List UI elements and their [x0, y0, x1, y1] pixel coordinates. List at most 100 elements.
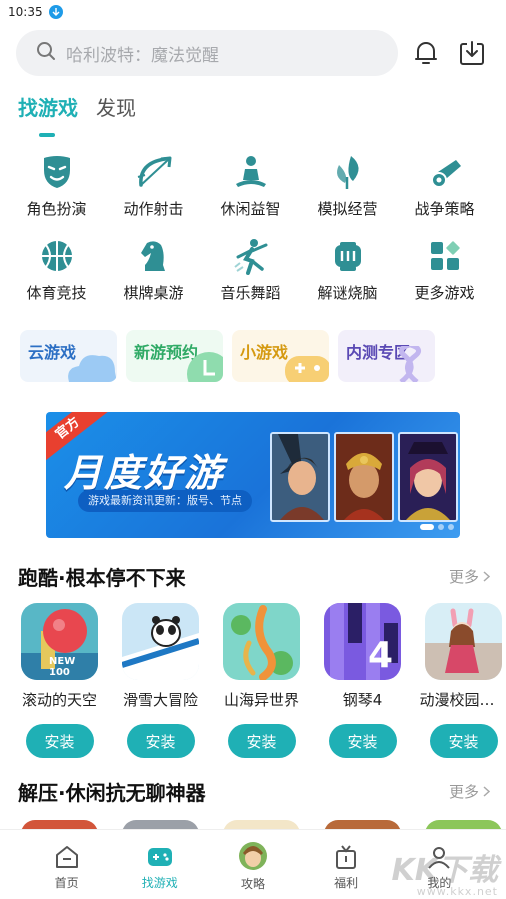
leaf-icon — [328, 152, 368, 192]
game-icon — [122, 603, 199, 680]
category-board-cards[interactable]: 棋牌桌游 — [105, 236, 202, 306]
game-card[interactable]: 滑雪大冒险 安装 — [122, 603, 199, 758]
character-portrait — [334, 432, 394, 522]
tab-indicator — [39, 133, 55, 137]
more-label: 更多 — [448, 783, 479, 801]
category-label: 更多游戏 — [414, 284, 475, 302]
status-time: 10:35 — [8, 5, 43, 19]
banner-headline: 月度好游 — [64, 451, 225, 495]
character-portrait — [398, 432, 458, 522]
tab-find-games[interactable]: 找游戏 — [18, 92, 78, 121]
category-war-strategy[interactable]: 战争策略 — [396, 152, 493, 222]
category-casual-puzzle[interactable]: 休闲益智 — [202, 152, 299, 222]
category-action-shooter[interactable]: 动作射击 — [105, 152, 202, 222]
category-label: 角色扮演 — [26, 200, 87, 218]
banner-portraits — [266, 432, 458, 522]
game-name: 动漫校园模拟器 — [419, 691, 506, 709]
nav-home[interactable]: 首页 — [31, 830, 103, 899]
download-icon[interactable] — [456, 37, 488, 69]
nav-guides[interactable]: 攻略 — [217, 830, 289, 899]
game-card[interactable]: NEW 100 滚动的天空 安装 — [21, 603, 98, 758]
new-game-reserve-card[interactable]: 新游预约 — [126, 330, 223, 382]
install-button[interactable]: 安装 — [227, 724, 296, 758]
section-parkour-games: NEW 100 滚动的天空 安装 滑雪大冒险 安装 山海异世界 安装 4 钢琴4… — [21, 603, 506, 758]
game-card[interactable]: 动漫校园模拟器 安装 — [420, 603, 506, 758]
grid-icon — [425, 236, 465, 276]
status-bar: 10:35 — [0, 0, 506, 24]
game-icon — [223, 603, 300, 680]
game-card[interactable]: 山海异世界 安装 — [223, 603, 300, 758]
category-simulation[interactable]: 模拟经营 — [299, 152, 396, 222]
nav-label: 首页 — [54, 876, 79, 890]
game-icon: NEW 100 — [21, 603, 98, 680]
category-label: 模拟经营 — [317, 200, 378, 218]
gamepad-icon — [147, 848, 172, 866]
game-badge: NEW 100 — [49, 656, 76, 678]
meditation-icon — [231, 152, 271, 192]
banner-subtitle: 游戏最新资讯更新：版号、节点 — [78, 490, 252, 512]
game-card[interactable]: 4 钢琴4 安装 — [324, 603, 401, 758]
section-more-link[interactable]: 更多 — [449, 781, 490, 802]
promo-banner[interactable]: 官方 月度好游 游戏最新资讯更新：版号、节点 — [46, 412, 460, 538]
section-parkour-header: 跑酷·根本停不下来 更多 — [18, 562, 490, 591]
category-label: 战争策略 — [414, 200, 475, 218]
category-grid: 角色扮演 动作射击 休闲益智 模拟经营 战争策略 体育竞技 棋牌桌游 音乐舞蹈 … — [0, 152, 506, 306]
game-icon — [425, 603, 502, 680]
install-button[interactable]: 安装 — [126, 724, 195, 758]
section-more-link[interactable]: 更多 — [449, 566, 490, 587]
nav-label: 找游戏 — [141, 876, 178, 890]
bow-icon — [134, 152, 174, 192]
category-label: 音乐舞蹈 — [220, 284, 281, 302]
pager-dot — [438, 524, 444, 530]
chess-knight-icon — [134, 236, 174, 276]
gamepad-icon — [285, 356, 329, 382]
basketball-icon — [37, 236, 77, 276]
section-title: 跑酷·根本停不下来 — [18, 566, 186, 590]
category-music-dance[interactable]: 音乐舞蹈 — [202, 236, 299, 306]
cannon-icon — [425, 152, 465, 192]
search-row: 哈利波特：魔法觉醒 — [16, 30, 490, 76]
category-label: 解谜烧脑 — [317, 284, 378, 302]
category-role-playing[interactable]: 角色扮演 — [8, 152, 105, 222]
nav-label: 福利 — [334, 876, 359, 890]
dna-icon — [398, 346, 422, 382]
main-tabs: 找游戏 发现 — [18, 92, 154, 121]
game-name: 滑雪大冒险 — [122, 691, 198, 709]
install-button[interactable]: 安装 — [429, 724, 498, 758]
beta-zone-card[interactable]: 内测专区 — [338, 330, 435, 382]
more-label: 更多 — [448, 568, 479, 586]
clock-icon — [187, 352, 223, 382]
category-sports[interactable]: 体育竞技 — [8, 236, 105, 306]
nav-benefits[interactable]: 福利 — [310, 830, 382, 899]
bell-icon[interactable] — [410, 37, 442, 69]
game-name: 滚动的天空 — [21, 691, 97, 709]
mini-games-card[interactable]: 小游戏 — [232, 330, 329, 382]
category-puzzle[interactable]: 解谜烧脑 — [299, 236, 396, 306]
pager-dot — [448, 524, 454, 530]
tab-discover[interactable]: 发现 — [96, 92, 136, 121]
home-icon — [55, 846, 78, 868]
pager-dot — [420, 524, 434, 530]
dancer-icon — [231, 236, 271, 276]
chevron-right-icon — [483, 786, 490, 797]
nav-find-games[interactable]: 找游戏 — [124, 830, 196, 899]
watermark-text: KK下载 — [391, 853, 499, 888]
game-name: 钢琴4 — [342, 691, 383, 709]
cloud-games-card[interactable]: 云游戏 — [20, 330, 117, 382]
character-portrait — [270, 432, 330, 522]
install-button[interactable]: 安装 — [25, 724, 94, 758]
puzzle-icon — [328, 236, 368, 276]
category-label: 休闲益智 — [220, 200, 281, 218]
avatar — [238, 842, 267, 870]
install-button[interactable]: 安装 — [328, 724, 397, 758]
game-name: 山海异世界 — [223, 691, 299, 709]
category-label: 体育竞技 — [26, 284, 87, 302]
category-more-games[interactable]: 更多游戏 — [396, 236, 493, 306]
search-input[interactable]: 哈利波特：魔法觉醒 — [16, 30, 398, 76]
chevron-right-icon — [483, 571, 490, 582]
game-icon: 4 — [324, 603, 401, 680]
site-watermark: KK下载 www.kkx.net — [391, 853, 499, 898]
search-placeholder: 哈利波特：魔法觉醒 — [66, 45, 219, 66]
search-icon — [36, 41, 56, 65]
section-title: 解压·休闲抗无聊神器 — [18, 781, 206, 805]
